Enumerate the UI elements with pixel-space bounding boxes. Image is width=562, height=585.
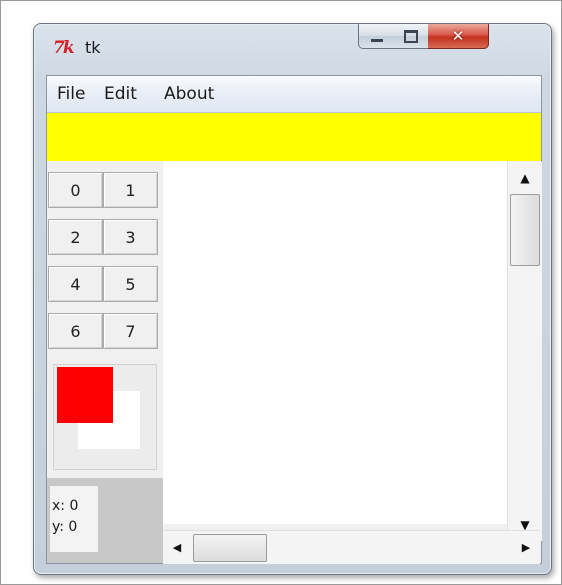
- menu-file[interactable]: File: [57, 84, 85, 104]
- digit-button-7[interactable]: 7: [103, 313, 158, 349]
- title-bar[interactable]: 7k tk ✕: [34, 24, 551, 72]
- digit-button-3[interactable]: 3: [103, 219, 158, 255]
- digit-button-5[interactable]: 5: [103, 266, 158, 302]
- drawing-canvas[interactable]: [53, 364, 157, 470]
- minimize-icon: [371, 38, 383, 42]
- y-coordinate: y: 0: [52, 519, 78, 535]
- coordinate-panel: x: 0 y: 0: [47, 478, 163, 563]
- scroll-left-arrow-icon[interactable]: ◀: [163, 531, 191, 564]
- menu-edit[interactable]: Edit: [104, 84, 137, 104]
- horizontal-scroll-thumb[interactable]: [193, 534, 267, 562]
- menu-about[interactable]: About: [164, 84, 214, 104]
- tk-window: 7k tk ✕ File Edit About 0 1 2 3 4 5 6 7: [33, 23, 552, 575]
- text-area[interactable]: [163, 161, 507, 524]
- minimize-button[interactable]: [358, 24, 396, 49]
- scroll-up-arrow-icon[interactable]: ▲: [508, 162, 542, 194]
- canvas-red-square[interactable]: [57, 367, 113, 423]
- digit-button-0[interactable]: 0: [48, 172, 103, 208]
- tk-app-icon: 7k: [53, 38, 75, 58]
- client-area: File Edit About 0 1 2 3 4 5 6 7 x: 0 y: …: [46, 75, 542, 564]
- digit-button-6[interactable]: 6: [48, 313, 103, 349]
- maximize-icon: [404, 29, 418, 43]
- vertical-scrollbar[interactable]: ▲ ▼: [507, 162, 542, 541]
- close-icon: ✕: [451, 27, 465, 45]
- digit-button-4[interactable]: 4: [48, 266, 103, 302]
- window-title: tk: [85, 38, 101, 57]
- digit-button-1[interactable]: 1: [103, 172, 158, 208]
- vertical-scroll-thumb[interactable]: [510, 194, 540, 266]
- yellow-banner: [47, 113, 541, 161]
- maximize-button[interactable]: [394, 24, 429, 49]
- x-coordinate: x: 0: [52, 498, 79, 514]
- scroll-right-arrow-icon[interactable]: ▶: [512, 531, 540, 564]
- horizontal-scrollbar[interactable]: ◀ ▶: [163, 530, 540, 564]
- coordinate-readout: x: 0 y: 0: [50, 486, 98, 552]
- menu-bar: File Edit About: [47, 76, 541, 113]
- close-button[interactable]: ✕: [428, 24, 489, 49]
- digit-button-2[interactable]: 2: [48, 219, 103, 255]
